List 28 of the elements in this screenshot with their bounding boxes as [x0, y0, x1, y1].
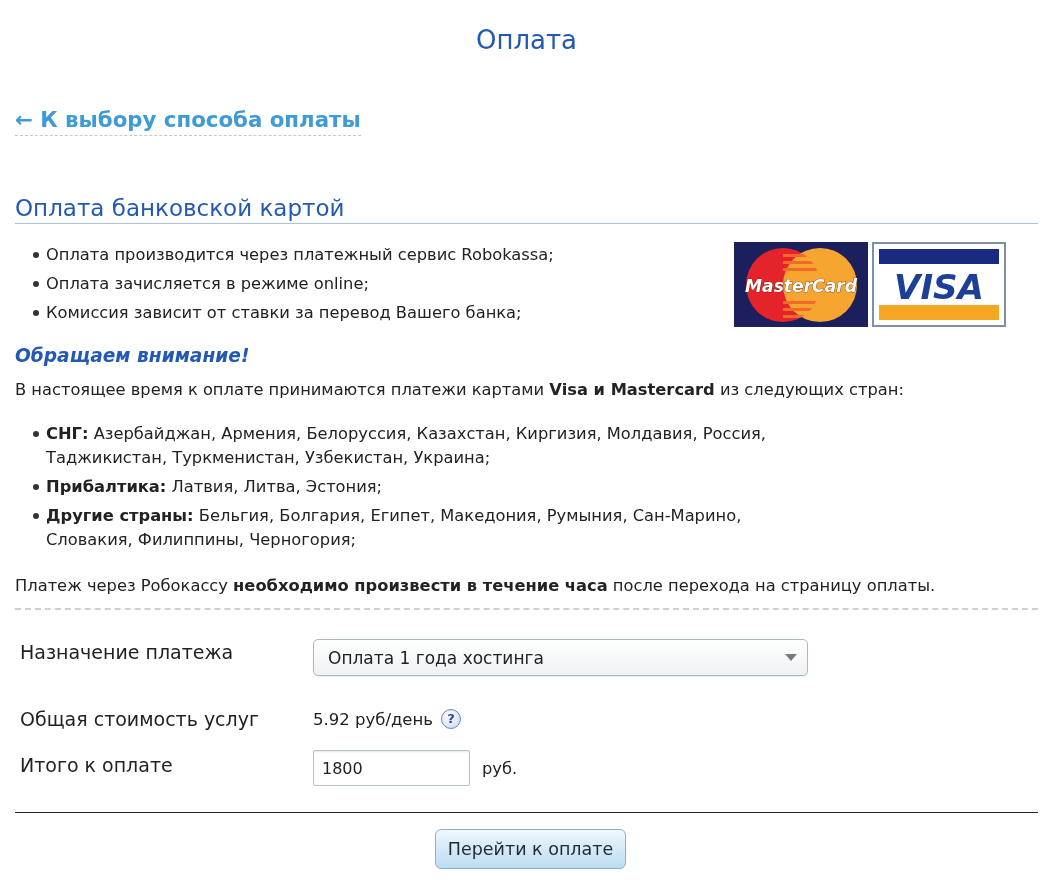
deadline-text: Платеж через Робокассу необходимо произвести в течение часа после перехода на страницу оплаты.	[15, 575, 937, 597]
bullet-icon	[33, 251, 39, 258]
bullet-icon	[33, 280, 39, 287]
bullet-icon	[33, 431, 39, 437]
feature-text: Комиссия зависит от ставки за перевод Вашего банка;	[46, 302, 522, 324]
bullet-icon	[33, 513, 39, 519]
currency-label: руб.	[482, 758, 518, 778]
feature-text: Оплата производится через платежный сервис Robokassa;	[46, 244, 554, 266]
page-title: Оплата	[474, 24, 579, 57]
feature-text: Оплата зачисляется в режиме online;	[46, 273, 369, 295]
cost-label: Общая стоимость услуг	[20, 707, 260, 732]
section-heading: Оплата банковской картой	[15, 193, 1038, 224]
notice-text: В настоящее время к оплате принимаются платежи картами Visa и Mastercard из следующих стран:	[15, 379, 905, 401]
total-input[interactable]: 1800	[313, 750, 470, 786]
help-icon[interactable]: ?	[441, 709, 462, 729]
country-text: СНГ: Азербайджан, Армения, Белоруссия, Казахстан, Киргизия, Молдавия, Россия, Таджикистан, Туркменистан, Узбекистан, Украина;	[46, 423, 767, 469]
submit-button[interactable]: Перейти к оплате	[434, 829, 627, 869]
bullet-icon	[33, 484, 39, 490]
payment-card-logo: VISA	[872, 242, 1006, 327]
notice-heading: Обращаем внимание!	[15, 344, 251, 368]
bullet-icon	[33, 309, 39, 316]
cost-value: 5.92 руб/день	[313, 709, 434, 729]
country-text: Прибалтика: Латвия, Литва, Эстония;	[46, 476, 383, 498]
country-text: Другие страны: Бельгия, Болгария, Египет, Македония, Румыния, Сан-Марино, Словакия, Филиппины, Черногория;	[46, 505, 743, 551]
purpose-label: Назначение платежа	[20, 640, 235, 665]
caret-icon	[785, 654, 797, 661]
total-label: Итого к оплате	[20, 753, 174, 778]
purpose-select[interactable]: Оплата 1 года хостинга	[313, 639, 808, 676]
